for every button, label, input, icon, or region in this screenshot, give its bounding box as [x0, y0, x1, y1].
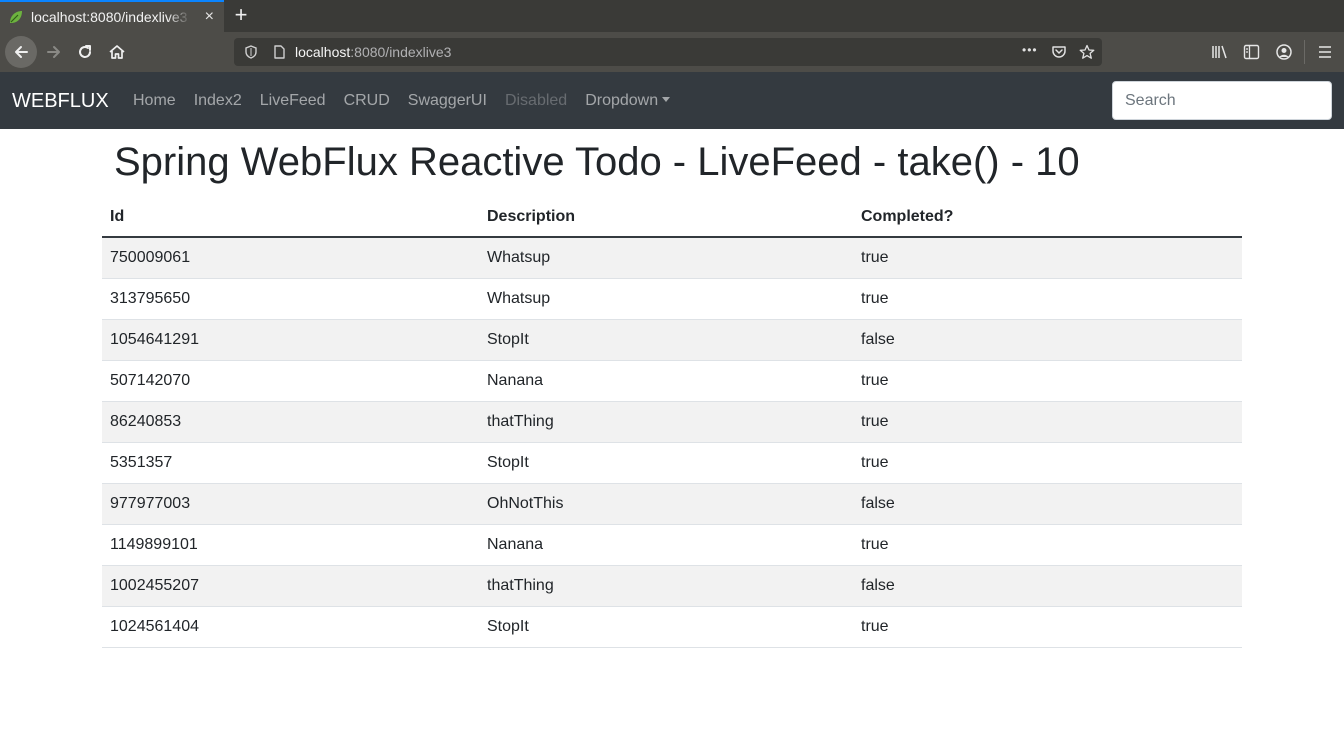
cell-completed: false	[853, 482, 1242, 524]
table-row: 1054641291 StopIt false	[102, 318, 1242, 360]
cell-description: Whatsup	[479, 277, 853, 319]
todo-table: Id Description Completed? 750009061 Whats…	[102, 197, 1242, 648]
nav-link-index2[interactable]: Index2	[194, 92, 242, 110]
cell-completed: true	[853, 359, 1242, 401]
column-header-completed: Completed?	[853, 197, 1242, 238]
cell-completed: true	[853, 523, 1242, 565]
cell-description: Whatsup	[479, 236, 853, 278]
brand-logo[interactable]: WEBFLUX	[12, 90, 109, 113]
cell-id: 750009061	[102, 236, 479, 278]
library-icon[interactable]	[1211, 44, 1229, 60]
arrow-right-icon	[47, 46, 60, 58]
nav-links: Home Index2 LiveFeed CRUD SwaggerUI Disa…	[133, 92, 688, 110]
table-row: 1002455207 thatThing false	[102, 564, 1242, 606]
table-header-row: Id Description Completed?	[102, 197, 1242, 238]
home-icon	[109, 45, 125, 59]
cell-id: 977977003	[102, 482, 479, 524]
cell-id: 1024561404	[102, 605, 479, 648]
nav-link-swaggerui[interactable]: SwaggerUI	[408, 92, 487, 110]
cell-completed: true	[853, 277, 1242, 319]
cell-id: 86240853	[102, 400, 479, 442]
address-bar[interactable]: localhost:8080/indexlive3 •••	[234, 38, 1102, 66]
cell-description: thatThing	[479, 400, 853, 442]
page-actions-icon[interactable]: •••	[1022, 43, 1038, 57]
forward-button[interactable]	[40, 38, 68, 66]
table-row: 507142070 Nanana true	[102, 359, 1242, 401]
cell-description: Nanana	[479, 359, 853, 401]
cell-description: thatThing	[479, 564, 853, 606]
search-input[interactable]	[1112, 81, 1332, 120]
reload-icon	[79, 45, 91, 58]
spring-leaf-icon	[10, 11, 22, 23]
nav-dropdown[interactable]: Dropdown	[585, 92, 671, 110]
cell-id: 507142070	[102, 359, 479, 401]
browser-tab[interactable]: localhost:8080/indexlive3 ×	[0, 0, 224, 32]
arrow-left-icon	[15, 46, 28, 58]
table-row: 5351357 StopIt true	[102, 441, 1242, 483]
cell-description: StopIt	[479, 318, 853, 360]
browser-toolbar: localhost:8080/indexlive3 •••	[0, 32, 1344, 72]
cell-id: 1002455207	[102, 564, 479, 606]
reload-button[interactable]	[71, 38, 99, 66]
table-row: 1024561404 StopIt true	[102, 605, 1242, 648]
pocket-icon[interactable]	[1051, 44, 1067, 60]
cell-completed: false	[853, 318, 1242, 360]
url-path: :8080/indexlive3	[350, 44, 452, 60]
cell-completed: true	[853, 441, 1242, 483]
table-row: 750009061 Whatsup true	[102, 236, 1242, 278]
table-row: 977977003 OhNotThis false	[102, 482, 1242, 524]
nav-link-livefeed[interactable]: LiveFeed	[260, 92, 326, 110]
cell-id: 1149899101	[102, 523, 479, 565]
table-row: 1149899101 Nanana true	[102, 523, 1242, 565]
url-text[interactable]: localhost:8080/indexlive3	[295, 44, 451, 60]
menu-icon[interactable]	[1317, 44, 1333, 60]
cell-completed: true	[853, 236, 1242, 278]
back-button[interactable]	[5, 36, 37, 68]
browser-tab-strip: localhost:8080/indexlive3 × +	[0, 0, 1344, 32]
page-title: Spring WebFlux Reactive Todo - LiveFeed …	[114, 140, 1080, 184]
tab-title: localhost:8080/indexlive3	[31, 9, 188, 25]
close-tab-icon[interactable]: ×	[205, 9, 214, 25]
cell-completed: true	[853, 400, 1242, 442]
account-icon[interactable]	[1275, 43, 1293, 61]
cell-id: 1054641291	[102, 318, 479, 360]
page-info-icon[interactable]	[271, 44, 287, 60]
url-host: localhost	[295, 44, 351, 60]
home-button[interactable]	[103, 38, 131, 66]
sidebar-icon[interactable]	[1243, 44, 1261, 60]
cell-description: StopIt	[479, 441, 853, 483]
bookmark-star-icon[interactable]	[1079, 44, 1095, 60]
column-header-description: Description	[479, 197, 853, 238]
column-header-id: Id	[102, 197, 479, 238]
site-navbar: WEBFLUX Home Index2 LiveFeed CRUD Swagge…	[0, 72, 1344, 129]
table-row: 313795650 Whatsup true	[102, 277, 1242, 319]
cell-id: 5351357	[102, 441, 479, 483]
cell-description: OhNotThis	[479, 482, 853, 524]
cell-completed: true	[853, 605, 1242, 648]
nav-link-crud[interactable]: CRUD	[344, 92, 390, 110]
table-row: 86240853 thatThing true	[102, 400, 1242, 442]
cell-completed: false	[853, 564, 1242, 606]
nav-link-home[interactable]: Home	[133, 92, 176, 110]
toolbar-divider	[1304, 40, 1305, 64]
new-tab-button[interactable]: +	[230, 4, 252, 26]
shield-icon[interactable]	[243, 44, 259, 60]
caret-down-icon	[662, 97, 671, 102]
nav-dropdown-label: Dropdown	[585, 92, 659, 109]
nav-link-disabled: Disabled	[504, 92, 568, 109]
cell-id: 313795650	[102, 277, 479, 319]
cell-description: Nanana	[479, 523, 853, 565]
cell-description: StopIt	[479, 605, 853, 648]
